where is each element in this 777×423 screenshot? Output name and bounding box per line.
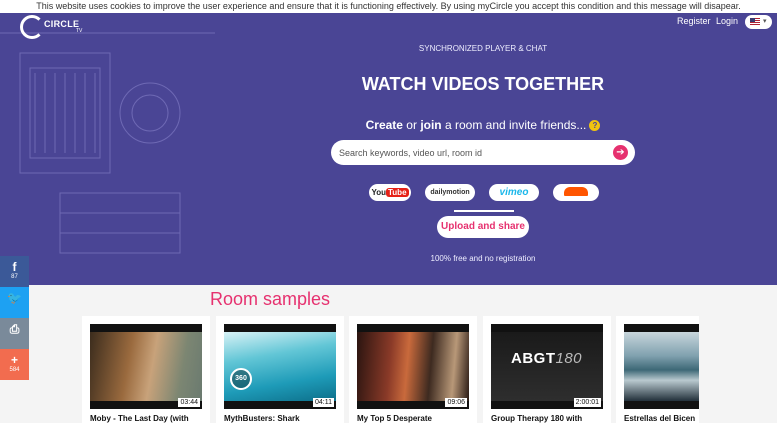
- vimeo-logo: vimeo: [499, 187, 529, 198]
- youtube-button[interactable]: You Tube: [369, 184, 411, 201]
- room-title[interactable]: Moby - The Last Day (with: [90, 414, 208, 423]
- twitter-share-button[interactable]: 🐦: [0, 287, 29, 318]
- register-link[interactable]: Register: [677, 16, 711, 26]
- facebook-share-count: 87: [11, 274, 18, 280]
- youtube-logo-text: You: [371, 188, 386, 197]
- hero-decoration: [0, 32, 215, 254]
- video-duration: 09:06: [445, 398, 467, 407]
- more-share-button[interactable]: + 584: [0, 349, 29, 380]
- room-card[interactable]: 03:44 Moby - The Last Day (with: [82, 316, 210, 423]
- print-icon: ⎙: [9, 322, 20, 336]
- or-word: or: [402, 118, 421, 132]
- search-input[interactable]: [339, 145, 609, 160]
- join-word: join: [420, 118, 442, 132]
- divider: [454, 210, 514, 212]
- soundcloud-button[interactable]: [553, 184, 599, 201]
- video-thumbnail[interactable]: 09:06: [357, 324, 469, 409]
- logo[interactable]: CIRCLE TV: [20, 15, 83, 41]
- soundcloud-icon: [564, 187, 588, 196]
- plus-icon: +: [10, 353, 18, 367]
- room-card[interactable]: 360 04:11 MythBusters: Shark: [216, 316, 344, 423]
- search-submit-icon[interactable]: ➔: [613, 145, 628, 160]
- thumbnail-overlay-text: ABGT180: [511, 350, 582, 367]
- page-title: WATCH VIDEOS TOGETHER: [361, 74, 605, 94]
- more-share-count: 584: [9, 367, 20, 373]
- login-link[interactable]: Login: [716, 16, 738, 26]
- vimeo-button[interactable]: vimeo: [489, 184, 539, 201]
- overlay-text-b: 180: [555, 350, 583, 367]
- create-word: Create: [365, 118, 403, 132]
- room-card[interactable]: ABGT180 2:00:01 Group Therapy 180 with: [483, 316, 611, 423]
- thumbnail-image: [90, 332, 202, 401]
- dailymotion-button[interactable]: dailymotion: [425, 184, 475, 201]
- free-note: 100% free and no registration: [430, 254, 536, 263]
- upload-and-share-button[interactable]: Upload and share: [437, 216, 529, 238]
- hero-subtitle: Create or join a room and invite friends…: [333, 118, 633, 132]
- hero-section: CIRCLE TV Register Login ▾ SYNCHRONIZED …: [0, 13, 777, 285]
- thumbnail-image: [357, 332, 469, 401]
- 360-badge: 360: [230, 368, 252, 390]
- logo-subtext: TV: [76, 28, 83, 34]
- dailymotion-logo: dailymotion: [430, 189, 470, 196]
- overlay-text-a: ABGT: [511, 350, 556, 367]
- video-thumbnail[interactable]: 03:44: [90, 324, 202, 409]
- video-thumbnail[interactable]: ABGT180 2:00:01: [491, 324, 603, 409]
- thumbnail-image: [624, 332, 699, 401]
- room-title[interactable]: Group Therapy 180 with: [491, 414, 609, 423]
- facebook-icon: f: [12, 260, 17, 274]
- facebook-share-button[interactable]: f 87: [0, 256, 29, 287]
- room-title[interactable]: My Top 5 Desperate: [357, 414, 475, 423]
- logo-circle-icon: [20, 15, 44, 39]
- twitter-icon: 🐦: [7, 291, 22, 305]
- language-selector[interactable]: ▾: [745, 15, 772, 29]
- room-title[interactable]: Estrellas del Bicen: [624, 414, 699, 423]
- share-sidebar: f 87 🐦 ⎙ + 584: [0, 256, 29, 380]
- room-card[interactable]: 09:06 My Top 5 Desperate: [349, 316, 477, 423]
- video-duration: 04:11: [313, 398, 334, 407]
- youtube-logo-tube: Tube: [386, 188, 409, 197]
- video-thumbnail[interactable]: 360 04:11: [224, 324, 336, 409]
- help-icon[interactable]: ?: [589, 120, 601, 131]
- video-duration: 03:44: [178, 398, 200, 407]
- room-title[interactable]: MythBusters: Shark: [224, 414, 342, 423]
- search-box: ➔: [331, 140, 635, 165]
- room-card[interactable]: Estrellas del Bicen: [616, 316, 699, 423]
- cookie-notice: This website uses cookies to improve the…: [0, 0, 777, 13]
- tagline: SYNCHRONIZED PLAYER & CHAT: [418, 44, 548, 53]
- video-duration: 2:00:01: [573, 398, 601, 407]
- subtitle-rest: a room and invite friends...: [441, 118, 587, 132]
- video-thumbnail[interactable]: [624, 324, 699, 409]
- chevron-down-icon: ▾: [763, 18, 767, 25]
- room-samples-heading: Room samples: [210, 289, 331, 309]
- us-flag-icon: [750, 18, 760, 26]
- thumbnail-image: [224, 332, 336, 401]
- logo-text: CIRCLE: [44, 19, 80, 29]
- print-button[interactable]: ⎙: [0, 318, 29, 349]
